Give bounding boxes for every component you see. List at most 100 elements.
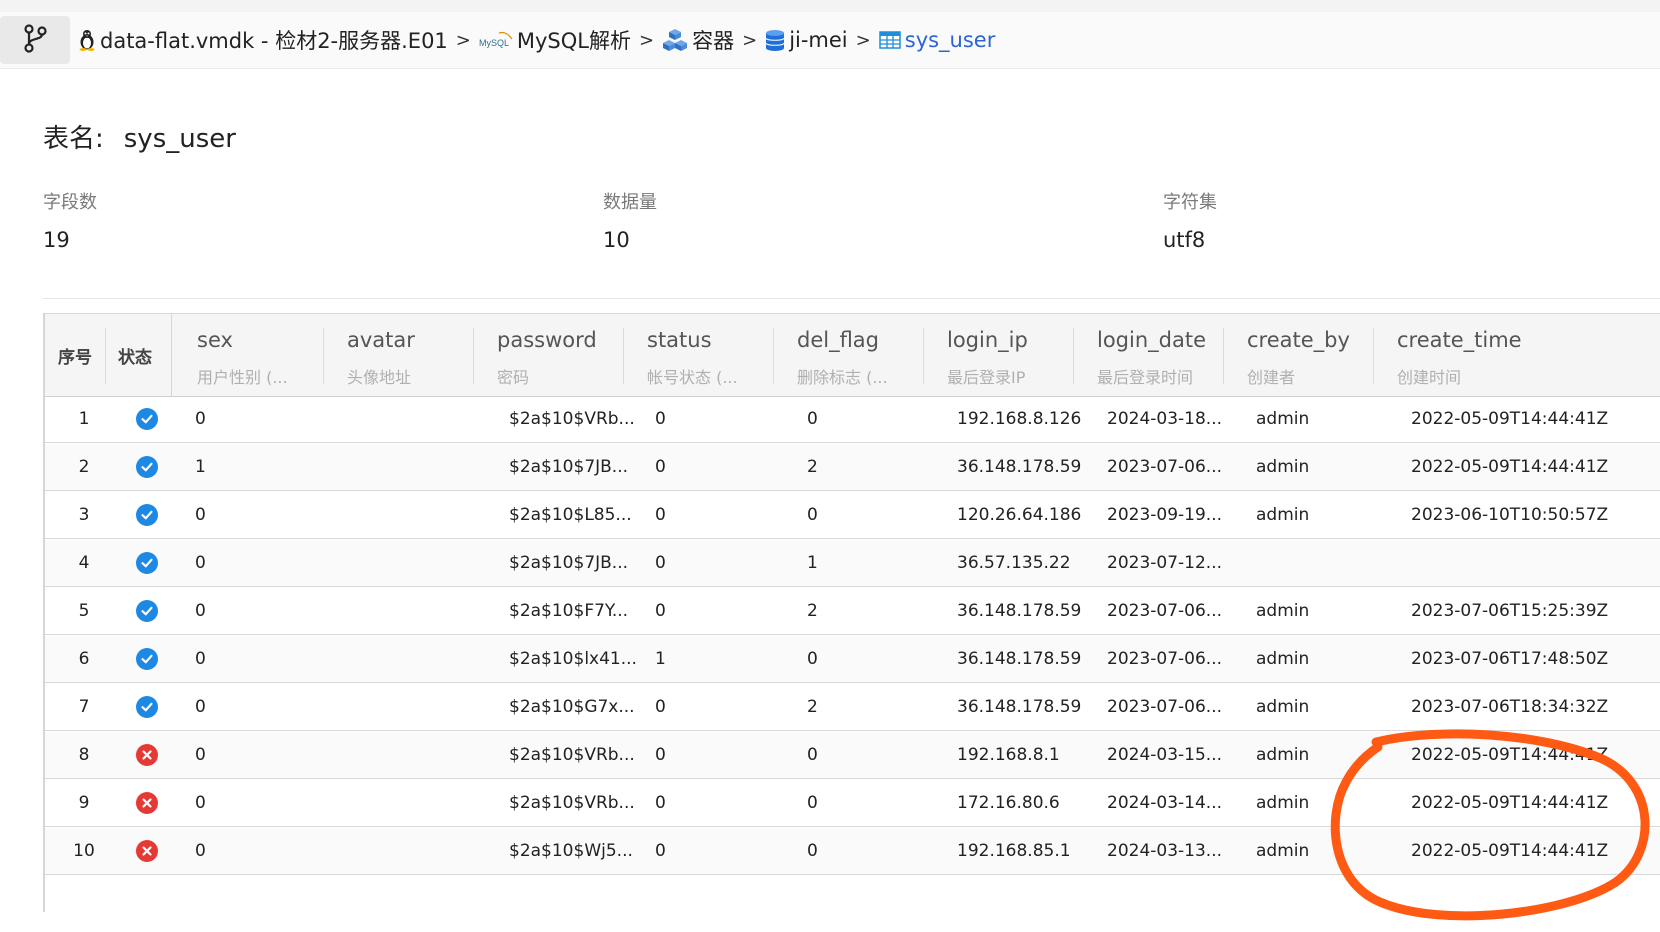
row-status xyxy=(123,636,171,682)
column-header-login-date[interactable]: login_date 最后登录时间 xyxy=(1073,314,1223,396)
row-index: 2 xyxy=(78,457,90,477)
row-index: 5 xyxy=(78,601,90,621)
breadcrumb-separator: > xyxy=(742,29,758,51)
breadcrumb-separator: > xyxy=(455,29,471,51)
column-header-create-by[interactable]: create_by 创建者 xyxy=(1223,314,1373,396)
cell-login-ip: 36.148.178.59 xyxy=(957,601,1082,621)
cell-create-by: admin xyxy=(1256,505,1310,525)
cell-del-flag: 2 xyxy=(807,697,818,717)
column-comment: 创建者 xyxy=(1247,368,1296,387)
cell-del-flag: 0 xyxy=(807,649,818,669)
container-cubes-icon xyxy=(662,28,688,52)
breadcrumb-label: data-flat.vmdk - 检材2-服务器.E01 xyxy=(100,29,448,53)
cell-login-ip: 192.168.8.1 xyxy=(957,745,1060,765)
table-icon xyxy=(879,30,901,50)
column-header-password[interactable]: password 密码 xyxy=(473,314,623,396)
breadcrumb-item-image[interactable]: data-flat.vmdk - 检材2-服务器.E01 xyxy=(78,25,448,55)
cell-sex: 0 xyxy=(195,553,206,573)
charset-value: utf8 xyxy=(1163,228,1206,252)
cell-password: $2a$10$G7x... xyxy=(509,697,635,717)
breadcrumb-label: ji-mei xyxy=(789,28,848,52)
row-index: 9 xyxy=(78,793,90,813)
cell-login-date: 2024-03-14... xyxy=(1107,793,1223,813)
column-header-del-flag[interactable]: del_flag 删除标志 (... xyxy=(773,314,923,396)
table-row[interactable]: 8 0 $2a$10$VRb... 0 0 192.168.8.1 2024-03-15..… xyxy=(45,732,1660,779)
cell-status: 0 xyxy=(655,409,666,429)
column-name: sex xyxy=(197,328,233,352)
git-branch-icon xyxy=(22,23,48,57)
cell-del-flag: 2 xyxy=(807,601,818,621)
row-index: 4 xyxy=(78,553,90,573)
table-row[interactable]: 7 0 $2a$10$G7x... 0 2 36.148.178.59 2023-07-06… xyxy=(45,684,1660,731)
cell-login-date: 2024-03-13... xyxy=(1107,841,1223,861)
cell-sex: 0 xyxy=(195,649,206,669)
table-row[interactable]: 3 0 $2a$10$L85... 0 0 120.26.64.186 2023-09-19… xyxy=(45,492,1660,539)
check-circle-icon xyxy=(136,600,158,622)
breadcrumb-label: sys_user xyxy=(904,28,996,52)
check-circle-icon xyxy=(136,408,158,430)
cell-login-ip: 192.168.8.126 xyxy=(957,409,1082,429)
column-header-create-time[interactable]: create_time 创建时间 xyxy=(1373,314,1660,396)
table-row[interactable]: 10 0 $2a$10$Wj5... 0 0 192.168.85.1 2024-03-13… xyxy=(45,828,1660,875)
column-header-sex[interactable]: sex 用户性别 (... xyxy=(173,314,323,396)
column-comment: 最后登录时间 xyxy=(1097,368,1194,387)
cell-sex: 0 xyxy=(195,505,206,525)
cell-status: 0 xyxy=(655,553,666,573)
mysql-logo-icon: MySQL xyxy=(479,29,513,51)
table-row[interactable]: 9 0 $2a$10$VRb... 0 0 172.16.80.6 2024-03-14..… xyxy=(45,780,1660,827)
frozen-column-divider xyxy=(171,314,172,396)
row-index: 8 xyxy=(78,745,90,765)
branch-button[interactable] xyxy=(0,16,70,64)
cell-create-time: 2022-05-09T14:44:41Z xyxy=(1411,793,1609,813)
breadcrumb-item-database[interactable]: ji-mei xyxy=(765,28,848,52)
row-index: 1 xyxy=(78,409,90,429)
table-row[interactable]: 1 0 $2a$10$VRb... 0 0 192.168.8.126 2024-03-18… xyxy=(45,396,1660,443)
data-table: 序号 状态 sex 用户性别 (... avatar 头像地址 password… xyxy=(43,313,1660,912)
cell-login-date: 2023-09-19... xyxy=(1107,505,1223,525)
cell-sex: 0 xyxy=(195,409,206,429)
row-status xyxy=(123,396,171,442)
column-header-index[interactable]: 序号 xyxy=(45,314,105,396)
column-header-login-ip[interactable]: login_ip 最后登录IP xyxy=(923,314,1073,396)
column-header-avatar[interactable]: avatar 头像地址 xyxy=(323,314,473,396)
column-name: login_date xyxy=(1097,328,1207,352)
column-comment: 头像地址 xyxy=(347,368,412,387)
cell-login-date: 2023-07-06... xyxy=(1107,697,1223,717)
cell-create-time: 2022-05-09T14:44:41Z xyxy=(1411,841,1609,861)
cell-create-by: admin xyxy=(1256,793,1310,813)
breadcrumb-label: 容器 xyxy=(692,29,735,53)
breadcrumb-item-mysql[interactable]: MySQL MySQL解析 xyxy=(479,25,631,55)
table-row[interactable]: 2 1 $2a$10$7JB... 0 2 36.148.178.59 2023-07-06… xyxy=(45,444,1660,491)
column-header-state[interactable]: 状态 xyxy=(105,314,165,396)
cell-login-ip: 172.16.80.6 xyxy=(957,793,1060,813)
cell-status: 0 xyxy=(655,601,666,621)
cell-password: $2a$10$L85... xyxy=(509,505,632,525)
cell-create-time: 2022-05-09T14:44:41Z xyxy=(1411,409,1609,429)
cell-sex: 0 xyxy=(195,841,206,861)
table-row[interactable]: 4 0 $2a$10$7JB... 0 1 36.57.135.22 2023-07-12.… xyxy=(45,540,1660,587)
column-comment: 最后登录IP xyxy=(947,368,1026,387)
table-row[interactable]: 6 0 $2a$10$lx41... 1 0 36.148.178.59 2023-07-0… xyxy=(45,636,1660,683)
table-row[interactable]: 5 0 $2a$10$F7Y... 0 2 36.148.178.59 2023-07-06… xyxy=(45,588,1660,635)
row-status xyxy=(123,684,171,730)
breadcrumb-item-table[interactable]: sys_user xyxy=(879,28,996,52)
breadcrumb-item-container[interactable]: 容器 xyxy=(662,25,734,55)
column-header-status[interactable]: status 帐号状态 (... xyxy=(623,314,773,396)
cell-login-ip: 36.148.178.59 xyxy=(957,697,1082,717)
column-name: del_flag xyxy=(797,328,880,352)
cell-create-by: admin xyxy=(1256,409,1310,429)
cell-create-time: 2023-07-06T15:25:39Z xyxy=(1411,601,1609,621)
cell-password: $2a$10$VRb... xyxy=(509,745,635,765)
cell-create-time: 2023-07-06T18:34:32Z xyxy=(1411,697,1609,717)
cell-login-ip: 36.148.178.59 xyxy=(957,457,1082,477)
cell-create-time: 2022-05-09T14:44:41Z xyxy=(1411,457,1609,477)
cell-login-ip: 36.57.135.22 xyxy=(957,553,1071,573)
column-comment: 用户性别 (... xyxy=(197,368,288,387)
cell-password: $2a$10$VRb... xyxy=(509,793,635,813)
cell-sex: 1 xyxy=(195,457,206,477)
row-status xyxy=(123,780,171,826)
row-status xyxy=(123,732,171,778)
check-circle-icon xyxy=(136,648,158,670)
cell-sex: 0 xyxy=(195,745,206,765)
row-index: 3 xyxy=(78,505,90,525)
